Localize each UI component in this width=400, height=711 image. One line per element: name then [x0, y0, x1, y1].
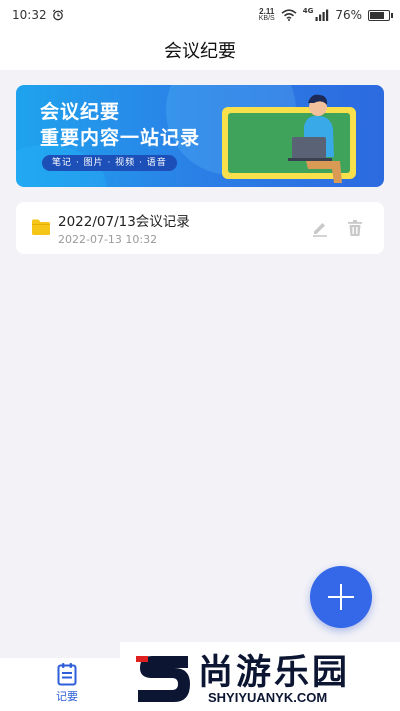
status-time: 10:32	[12, 8, 47, 22]
note-time: 2022-07-13 10:32	[58, 233, 158, 246]
status-right: 2.11 KB/S 4G 76%	[258, 7, 393, 23]
page-title: 会议纪要	[164, 41, 236, 62]
edit-icon[interactable]	[310, 218, 330, 238]
banner-title-line1: 会议纪要	[40, 101, 121, 123]
watermark-url: SHYIYUANYK.COM	[208, 690, 328, 705]
note-title: 2022/07/13会议记录	[58, 214, 190, 230]
person-illustration	[288, 94, 342, 183]
net-speed-value: 2.11	[259, 7, 275, 16]
delete-icon[interactable]	[345, 218, 365, 238]
watermark: 尚游乐园 SHYIYUANYK.COM	[120, 642, 400, 711]
wifi-icon	[281, 9, 297, 21]
battery-fill	[370, 11, 384, 19]
network-type: 4G	[302, 7, 314, 15]
title-bar: 会议纪要	[0, 30, 400, 70]
status-bar: 10:32 2.11 KB/S 4G 76%	[0, 0, 400, 30]
note-card[interactable]: 2022/07/13会议记录 2022-07-13 10:32	[16, 202, 384, 254]
watermark-logo	[136, 656, 190, 702]
battery-percent: 76%	[335, 8, 362, 22]
notes-icon	[57, 663, 77, 686]
alarm-icon	[52, 9, 63, 21]
net-speed-unit: KB/S	[258, 15, 275, 22]
status-left: 10:32	[12, 8, 64, 22]
battery-icon	[368, 9, 393, 21]
banner-tags: 笔记 · 图片 · 视频 · 语音	[42, 155, 177, 171]
tab-notes[interactable]: 记要	[48, 660, 86, 706]
watermark-text: 尚游乐园	[198, 653, 351, 693]
net-speed: 2.11 KB/S	[258, 7, 275, 23]
banner-title-line2: 重要内容一站记录	[40, 127, 201, 149]
add-note-button[interactable]	[310, 566, 372, 628]
folder-icon	[32, 219, 50, 235]
promo-banner[interactable]: 会议纪要 重要内容一站记录 笔记 · 图片 · 视频 · 语音	[16, 85, 384, 187]
tab-notes-label: 记要	[56, 690, 78, 703]
signal-icon	[315, 9, 329, 21]
